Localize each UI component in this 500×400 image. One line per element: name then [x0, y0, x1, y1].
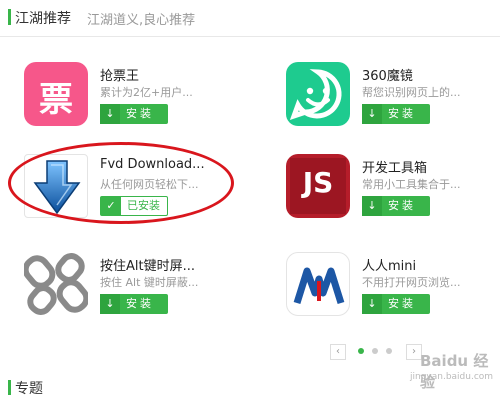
download-icon: ↓	[362, 196, 382, 216]
app-card-devtools[interactable]: JS 开发工具箱 常用小工具集合于... ↓ 安装	[286, 154, 500, 234]
highlight-ellipse	[8, 142, 234, 224]
download-icon: ↓	[100, 294, 120, 314]
section-accent-bar	[8, 9, 11, 25]
app-name[interactable]: 360魔镜	[362, 65, 413, 84]
ticket-app-icon[interactable]: 票	[24, 62, 88, 126]
app-card-alt-block[interactable]: 按住Alt键时屏... 按住 Alt 键时屏蔽... ↓ 安装	[24, 252, 244, 332]
baidu-watermark: Baidu 经验	[420, 352, 489, 391]
header-divider	[0, 36, 500, 37]
download-icon: ↓	[362, 104, 382, 124]
footer-accent-bar	[8, 380, 11, 395]
app-desc: 不用打开网页浏览...	[362, 276, 461, 289]
install-button[interactable]: ↓ 安装	[362, 294, 430, 314]
install-button[interactable]: ↓ 安装	[362, 196, 430, 216]
app-name[interactable]: 按住Alt键时屏...	[100, 255, 195, 274]
app-desc: 按住 Alt 键时屏蔽...	[100, 276, 199, 289]
app-card-ticket[interactable]: 票 抢票王 累计为2亿+用户... ↓ 安装	[24, 62, 244, 142]
section-header: 江湖推荐 江湖道义,良心推荐	[0, 0, 500, 37]
app-desc: 常用小工具集合于...	[362, 178, 461, 191]
install-button[interactable]: ↓ 安装	[100, 294, 168, 314]
download-icon: ↓	[100, 104, 120, 124]
devtools-app-icon[interactable]: JS	[286, 154, 350, 218]
app-card-renren-mini[interactable]: 人人mini 不用打开网页浏览... ↓ 安装	[286, 252, 500, 332]
page-dot-2[interactable]	[372, 348, 378, 354]
app-name[interactable]: 人人mini	[362, 255, 416, 274]
app-desc: 帮您识别网页上的...	[362, 86, 461, 99]
topics-title: 专题	[15, 381, 43, 397]
download-icon: ↓	[362, 294, 382, 314]
page-dot-3[interactable]	[386, 348, 392, 354]
app-name[interactable]: 开发工具箱	[362, 157, 427, 176]
install-button[interactable]: ↓ 安装	[362, 104, 430, 124]
mirror-app-icon[interactable]	[286, 62, 350, 126]
chain-app-icon[interactable]	[24, 252, 88, 316]
app-desc: 累计为2亿+用户...	[100, 86, 193, 99]
renren-app-icon[interactable]	[286, 252, 350, 316]
page-dot-1[interactable]	[358, 348, 364, 354]
section-title: 江湖推荐	[15, 11, 71, 27]
watermark-url: jingyan.baidu.com	[410, 372, 494, 382]
carousel-pager: ‹ ›	[330, 342, 422, 360]
prev-page-button[interactable]: ‹	[330, 344, 346, 360]
install-button[interactable]: ↓ 安装	[100, 104, 168, 124]
section-subtitle: 江湖道义,良心推荐	[87, 13, 196, 28]
app-name[interactable]: 抢票王	[100, 65, 139, 84]
app-card-360mirror[interactable]: 360魔镜 帮您识别网页上的... ↓ 安装	[286, 62, 500, 142]
